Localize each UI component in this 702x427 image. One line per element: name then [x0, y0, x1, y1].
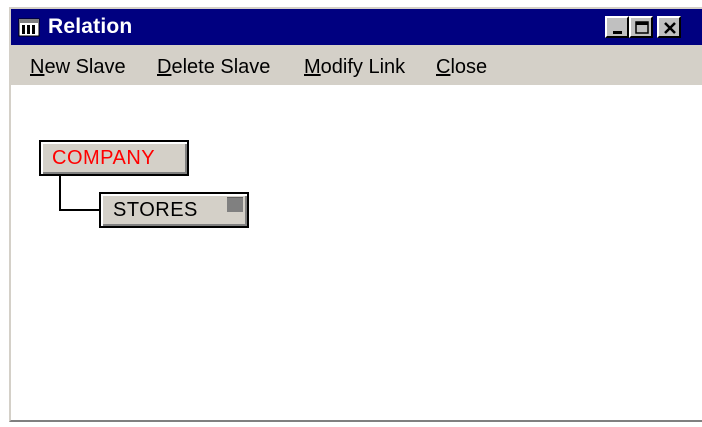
menu-close[interactable]: Close — [436, 55, 487, 79]
close-button[interactable] — [657, 16, 681, 38]
close-icon — [664, 22, 676, 34]
slave-node-stores[interactable]: STORES — [99, 192, 249, 228]
resize-grip-icon[interactable] — [227, 197, 243, 212]
menu-new-slave[interactable]: New Slave — [30, 55, 126, 79]
menu-delete-slave[interactable]: Delete Slave — [157, 55, 270, 79]
slave-node-label: STORES — [113, 199, 198, 221]
master-node-company[interactable]: COMPANY — [39, 140, 189, 176]
title-bar[interactable]: Relation — [11, 9, 702, 45]
relation-window: Relation New Slave Delete Slave Modify L… — [9, 7, 702, 422]
minimize-icon — [613, 31, 622, 34]
maximize-icon — [635, 21, 649, 34]
menu-modify-link[interactable]: Modify Link — [304, 55, 405, 79]
minimize-button[interactable] — [605, 16, 629, 38]
window-title: Relation — [48, 15, 133, 38]
master-node-label: COMPANY — [52, 147, 156, 169]
link-connector-horizontal — [59, 209, 101, 211]
app-window-icon[interactable] — [18, 16, 40, 38]
menu-bar: New Slave Delete Slave Modify Link Close — [11, 45, 702, 85]
maximize-button[interactable] — [629, 16, 653, 38]
link-connector-vertical — [59, 176, 61, 210]
relation-canvas: COMPANY STORES — [11, 85, 702, 420]
